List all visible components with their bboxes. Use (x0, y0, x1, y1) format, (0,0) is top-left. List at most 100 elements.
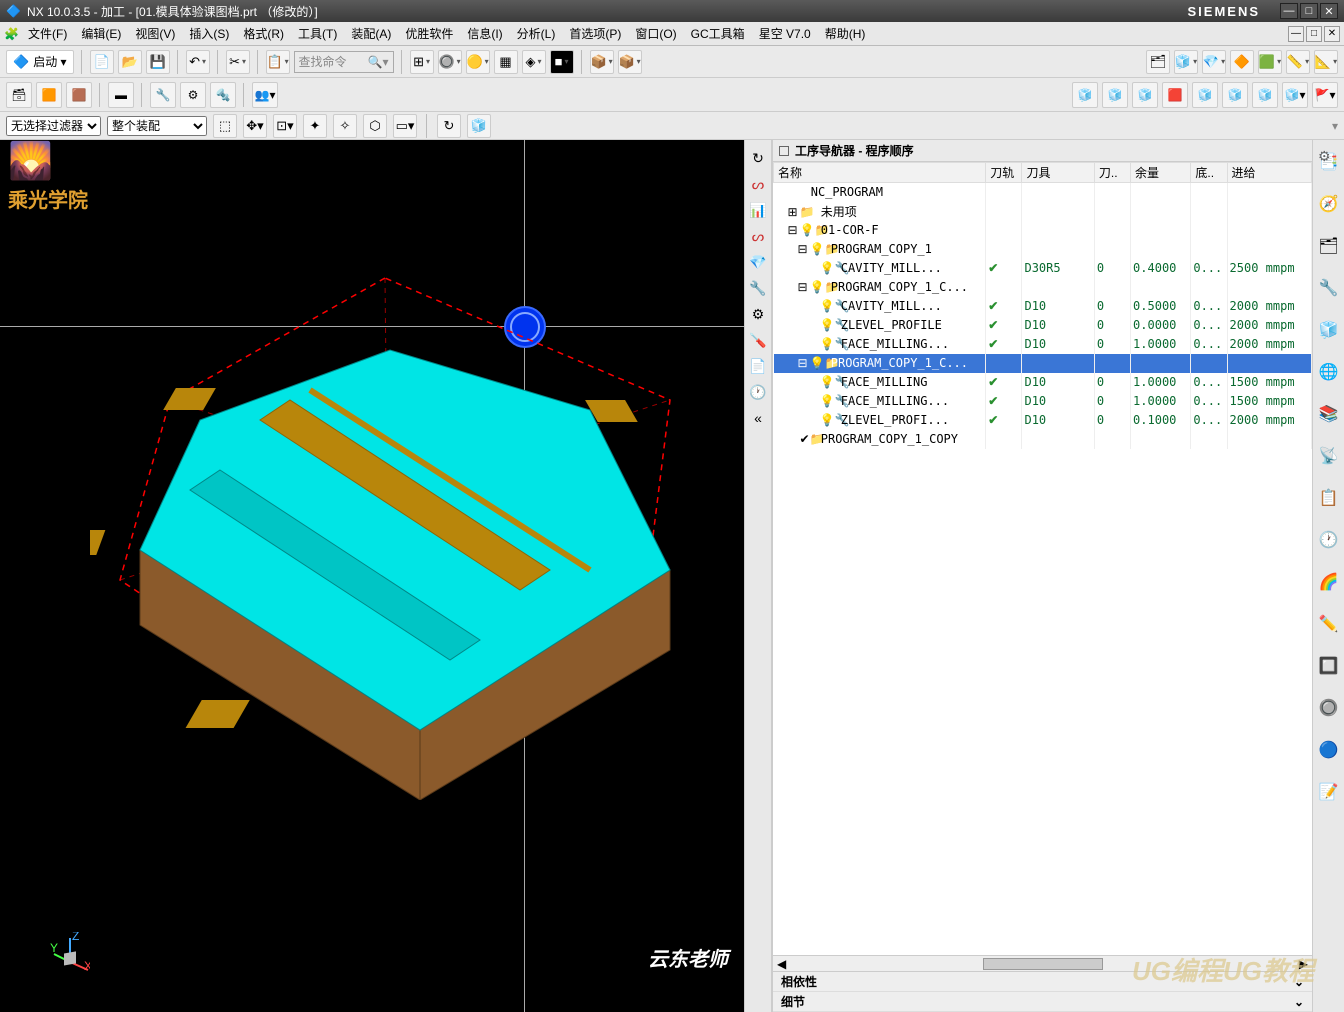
table-row[interactable]: 💡🔧 FACE_MILLING...✔D1001.00000...1500 mm… (774, 392, 1312, 411)
vt-sheet[interactable]: 📄 (748, 356, 768, 376)
filter-select-2[interactable]: 整个装配 (107, 116, 207, 136)
util1-button[interactable]: 🗂 (1146, 50, 1170, 74)
operations-grid[interactable]: 名称刀轨刀具刀..余量底..进给 NC_PROGRAM ⊞📁 未用项 ⊟💡📁 0… (773, 162, 1312, 955)
rb-3[interactable]: 🔧 (1317, 276, 1341, 300)
t2-5[interactable]: 🔧 (150, 82, 176, 108)
details-section[interactable]: 细节⌄ (773, 992, 1312, 1012)
util2-button[interactable]: 🧊 (1174, 50, 1198, 74)
f9[interactable]: 🧊 (467, 114, 491, 138)
cam-5[interactable]: 🧊 (1192, 82, 1218, 108)
doc-close-button[interactable]: ✕ (1324, 26, 1340, 42)
menu-tools[interactable]: 工具(T) (292, 23, 343, 44)
render-button[interactable]: 🔘 (438, 50, 462, 74)
table-row[interactable]: 💡🔧 ZLEVEL_PROFI...✔D1000.10000...2000 mm… (774, 411, 1312, 430)
rb-15[interactable]: 📝 (1317, 780, 1341, 804)
menu-format[interactable]: 格式(R) (237, 23, 290, 44)
table-row[interactable]: 💡🔧 CAVITY_MILL...✔D1000.50000...2000 mmp… (774, 297, 1312, 316)
shade-button[interactable]: 🟡 (466, 50, 490, 74)
t2-2[interactable]: 🟧 (36, 82, 62, 108)
table-row[interactable]: ⊟💡📁 PROGRAM_COPY_1_C... (774, 354, 1312, 373)
t2-7[interactable]: 🔩 (210, 82, 236, 108)
column-header[interactable]: 余量 (1131, 163, 1191, 183)
vt-collapse[interactable]: « (748, 408, 768, 428)
f7[interactable]: ▭▾ (393, 114, 417, 138)
table-row[interactable]: ⊞📁 未用项 (774, 202, 1312, 221)
util4-button[interactable]: 🔶 (1230, 50, 1254, 74)
vt-sim[interactable]: 💎 (748, 252, 768, 272)
util7-button[interactable]: 📐 (1314, 50, 1338, 74)
rb-8[interactable]: 📋 (1317, 486, 1341, 510)
column-header[interactable]: 进给 (1227, 163, 1311, 183)
menu-gctoolbox[interactable]: GC工具箱 (685, 23, 751, 44)
menu-yousheng[interactable]: 优胜软件 (399, 23, 459, 44)
maximize-button[interactable]: □ (1300, 3, 1318, 19)
f5[interactable]: ✧ (333, 114, 357, 138)
cut-button[interactable]: ✂ (226, 50, 250, 74)
util3-button[interactable]: 💎 (1202, 50, 1226, 74)
table-row[interactable]: ✔📁 PROGRAM_COPY_1_COPY (774, 430, 1312, 449)
column-header[interactable]: 底.. (1191, 163, 1227, 183)
box1-button[interactable]: 📦 (590, 50, 614, 74)
wire-button[interactable]: ▦ (494, 50, 518, 74)
table-row[interactable]: 💡🔧 FACE_MILLING...✔D1001.00000...2000 mm… (774, 335, 1312, 354)
minimize-button[interactable]: — (1280, 3, 1298, 19)
column-header[interactable]: 名称 (774, 163, 986, 183)
rb-9[interactable]: 🕐 (1317, 528, 1341, 552)
t2-6[interactable]: ⚙ (180, 82, 206, 108)
f3[interactable]: ⊡▾ (273, 114, 297, 138)
open-button[interactable]: 📂 (118, 50, 142, 74)
column-header[interactable]: 刀具 (1022, 163, 1094, 183)
vt-refresh[interactable]: ↻ (748, 148, 768, 168)
vt-verify[interactable]: 📊 (748, 200, 768, 220)
column-header[interactable]: 刀轨 (986, 163, 1022, 183)
vt-tool[interactable]: 🔧 (748, 278, 768, 298)
menu-file[interactable]: 文件(F) (22, 23, 73, 44)
table-row[interactable]: ⊟💡📁 01-COR-F (774, 221, 1312, 240)
menu-assembly[interactable]: 装配(A) (345, 23, 397, 44)
cam-8[interactable]: 🧊▾ (1282, 82, 1308, 108)
t2-8[interactable]: 👥▾ (252, 82, 278, 108)
table-row[interactable]: ⊟💡📁 PROGRAM_COPY_1 (774, 240, 1312, 259)
command-search[interactable]: 查找命令🔍▾ (294, 51, 394, 73)
menu-window[interactable]: 窗口(O) (629, 23, 682, 44)
util5-button[interactable]: 🟩 (1258, 50, 1282, 74)
vt-post[interactable]: ⚙ (748, 304, 768, 324)
cam-7[interactable]: 🧊 (1252, 82, 1278, 108)
menu-insert[interactable]: 插入(S) (183, 23, 235, 44)
menu-edit[interactable]: 编辑(E) (75, 23, 127, 44)
menu-analysis[interactable]: 分析(L) (511, 23, 562, 44)
close-button[interactable]: ✕ (1320, 3, 1338, 19)
f8[interactable]: ↻ (437, 114, 461, 138)
overflow-chevron[interactable]: ▾ (1332, 119, 1338, 133)
panel-pin-icon[interactable] (779, 146, 789, 156)
f1[interactable]: ⬚ (213, 114, 237, 138)
rb-11[interactable]: ✏️ (1317, 612, 1341, 636)
undo-button[interactable]: ↶ (186, 50, 210, 74)
f4[interactable]: ✦ (303, 114, 327, 138)
dependency-section[interactable]: 相依性⌄ (773, 972, 1312, 992)
box2-button[interactable]: 📦 (618, 50, 642, 74)
vt-sort[interactable]: ᔕ (748, 226, 768, 246)
flag-button[interactable]: 🚩▾ (1312, 82, 1338, 108)
menu-info[interactable]: 信息(I) (461, 23, 508, 44)
menu-xingkong[interactable]: 星空 V7.0 (753, 23, 817, 44)
t2-4[interactable]: ▬ (108, 82, 134, 108)
util6-button[interactable]: 📏 (1286, 50, 1310, 74)
cam-1[interactable]: 🧊 (1072, 82, 1098, 108)
table-row[interactable]: 💡🔧 CAVITY_MILL...✔D30R500.40000...2500 m… (774, 259, 1312, 278)
cam-3[interactable]: 🧊 (1132, 82, 1158, 108)
doc-minimize-button[interactable]: — (1288, 26, 1304, 42)
table-row[interactable]: NC_PROGRAM (774, 183, 1312, 202)
menu-view[interactable]: 视图(V) (129, 23, 181, 44)
rb-4[interactable]: 🧊 (1317, 318, 1341, 342)
table-row[interactable]: 💡🔧 FACE_MILLING✔D1001.00000...1500 mmpm (774, 373, 1312, 392)
doc-restore-button[interactable]: □ (1306, 26, 1322, 42)
rb-5[interactable]: 🌐 (1317, 360, 1341, 384)
rb-6[interactable]: 📚 (1317, 402, 1341, 426)
menu-preferences[interactable]: 首选项(P) (563, 23, 627, 44)
graphics-viewport[interactable]: 🌄 乘光学院 云东老师 Z X (0, 140, 744, 1012)
filter-select-1[interactable]: 无选择过滤器 (6, 116, 101, 136)
rb-2[interactable]: 🗂 (1317, 234, 1341, 258)
new-button[interactable]: 📄 (90, 50, 114, 74)
color-button[interactable]: ■ (550, 50, 574, 74)
